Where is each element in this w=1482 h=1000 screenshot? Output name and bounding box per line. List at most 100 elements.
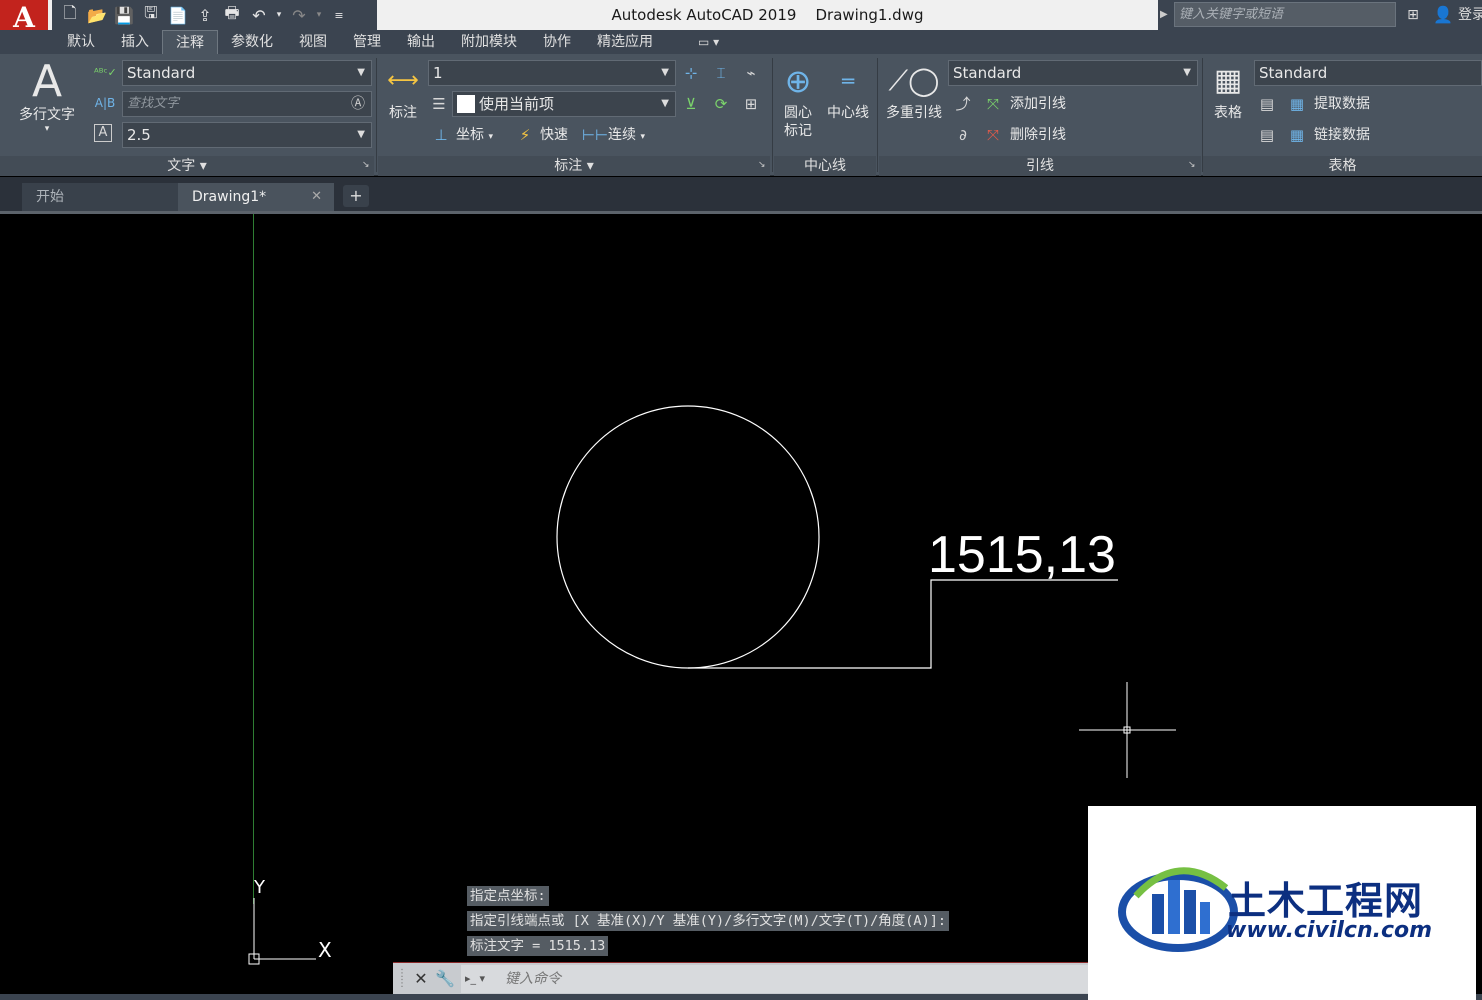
- quick-dimension-button[interactable]: 快速: [540, 124, 568, 146]
- dimension-label: 标注: [389, 105, 417, 121]
- open-file-icon[interactable]: 📂: [85, 3, 109, 27]
- mtext-button[interactable]: A 多行文字 ▾: [10, 56, 84, 135]
- leader-panel-dialog-launcher-icon[interactable]: ↘: [1188, 160, 1196, 170]
- align-leader-icon[interactable]: ⤴: [952, 93, 974, 115]
- extract-data-button[interactable]: 提取数据: [1314, 93, 1370, 115]
- dimension-panel-title[interactable]: 标注 ▾: [378, 156, 770, 176]
- table-button[interactable]: ▦ 表格: [1206, 58, 1250, 122]
- user-icon[interactable]: 👤: [1432, 4, 1454, 26]
- text-height-select[interactable]: 2.5 ▼: [122, 122, 372, 148]
- tab-output[interactable]: 输出: [394, 30, 448, 54]
- download-from-source-icon[interactable]: ▤: [1256, 124, 1278, 146]
- multileader-label: 多重引线: [886, 105, 942, 121]
- ordinate-leader-line[interactable]: [688, 579, 1118, 669]
- panel-separator: [772, 58, 773, 172]
- search-icon[interactable]: Ⓐ: [351, 92, 365, 116]
- find-text-input[interactable]: 查找文字 Ⓐ: [122, 91, 372, 117]
- table-style-select[interactable]: Standard: [1254, 60, 1482, 86]
- command-prompt-icon[interactable]: ▸_ ▾: [465, 971, 493, 987]
- ordinate-dimension-text[interactable]: 1515,13: [928, 526, 1116, 584]
- continue-dimension-icon: ⊢⊢: [582, 126, 609, 144]
- chevron-down-icon: ▼: [661, 67, 669, 78]
- chevron-down-icon: ▼: [357, 129, 365, 140]
- tab-default[interactable]: 默认: [54, 30, 108, 54]
- table-link-icon[interactable]: ▤: [1256, 93, 1278, 115]
- tab-addins[interactable]: 附加模块: [448, 30, 530, 54]
- ribbon-display-toggle-icon[interactable]: ▭ ▾: [698, 32, 734, 52]
- file-tab-drawing1[interactable]: Drawing1* ✕: [178, 183, 334, 211]
- new-tab-plus-icon[interactable]: +: [343, 185, 369, 207]
- close-icon[interactable]: ✕: [311, 183, 322, 211]
- text-style-value: Standard: [127, 64, 196, 82]
- search-expand-icon[interactable]: ▶: [1160, 6, 1172, 24]
- chevron-down-icon: ▾: [488, 132, 493, 142]
- center-mark-label: 圆心 标记: [784, 105, 812, 139]
- table-panel-title: 表格: [1203, 156, 1482, 176]
- remove-leader-icon: ⤧: [986, 126, 999, 144]
- drag-grip-icon[interactable]: ⋮ ⋮: [397, 969, 407, 989]
- ucs-icon[interactable]: Y X: [248, 877, 332, 965]
- file-tab-start[interactable]: 开始: [22, 183, 180, 211]
- customize-qat-icon[interactable]: ≡: [327, 3, 351, 27]
- save-icon[interactable]: 💾: [112, 3, 136, 27]
- dim-jog-icon[interactable]: ⌁: [740, 62, 762, 84]
- dim-inspect-icon[interactable]: ⊻: [680, 93, 702, 115]
- open-web-icon[interactable]: 📄: [166, 3, 190, 27]
- login-link[interactable]: 登录: [1458, 0, 1482, 30]
- centerline-panel-title: 中心线: [774, 156, 876, 176]
- dim-reassociate-icon[interactable]: ⊞: [740, 93, 762, 115]
- dimension-style-select[interactable]: 1 ▼: [428, 60, 676, 86]
- centerline-button[interactable]: ═ 中心线: [822, 58, 874, 122]
- binoculars-search-icon[interactable]: ⊞: [1402, 4, 1424, 26]
- text-height-icon: A: [94, 124, 112, 142]
- dim-update-icon[interactable]: ⟳: [710, 93, 732, 115]
- mleader-style-select[interactable]: Standard ▼: [948, 60, 1198, 86]
- watermark-name: 土木工程网: [1228, 879, 1424, 923]
- command-history-line: 指定引线端点或 [X 基准(X)/Y 基准(Y)/多行文字(M)/文字(T)/角…: [467, 911, 949, 931]
- close-icon[interactable]: ✕: [411, 969, 431, 989]
- link-data-icon: ▦: [1289, 126, 1305, 144]
- undo-dropdown-icon[interactable]: ▾: [274, 3, 284, 27]
- text-style-select[interactable]: Standard ▼: [122, 60, 372, 86]
- undo-icon[interactable]: ↶: [247, 3, 271, 27]
- tab-parametric[interactable]: 参数化: [218, 30, 286, 54]
- leader-panel-title[interactable]: 引线: [879, 156, 1201, 176]
- mtext-icon: A: [31, 56, 63, 107]
- multileader-button[interactable]: ⟋◯ 多重引线: [882, 58, 946, 122]
- drawn-circle[interactable]: [556, 405, 820, 669]
- link-data-button[interactable]: 链接数据: [1314, 124, 1370, 146]
- remove-leader-button[interactable]: 删除引线: [1010, 124, 1066, 146]
- tab-view[interactable]: 视图: [286, 30, 340, 54]
- redo-dropdown-icon[interactable]: ▾: [314, 3, 324, 27]
- new-file-icon[interactable]: 🗋: [58, 3, 82, 27]
- tab-annotate[interactable]: 注释: [162, 30, 218, 54]
- tab-manage[interactable]: 管理: [340, 30, 394, 54]
- dimension-button[interactable]: ⟷ 标注: [382, 58, 424, 122]
- tab-featured-apps[interactable]: 精选应用: [584, 30, 666, 54]
- command-input[interactable]: 键入命令: [461, 965, 1089, 993]
- search-input[interactable]: 键入关键字或短语: [1174, 2, 1396, 27]
- ordinate-button[interactable]: 坐标 ▾: [456, 124, 493, 146]
- add-leader-button[interactable]: 添加引线: [1010, 93, 1066, 115]
- dimension-panel-dialog-launcher-icon[interactable]: ↘: [758, 160, 766, 170]
- text-panel-title[interactable]: 文字 ▾: [0, 156, 374, 176]
- collect-leader-icon[interactable]: ∂: [952, 124, 974, 146]
- save-as-icon[interactable]: 🖫: [139, 3, 163, 27]
- save-web-icon[interactable]: ⇪: [193, 3, 217, 27]
- tab-insert[interactable]: 插入: [108, 30, 162, 54]
- text-panel-dialog-launcher-icon[interactable]: ↘: [362, 160, 370, 170]
- dim-break-icon[interactable]: ⊹: [680, 62, 702, 84]
- dimension-icon: ⟷: [387, 68, 419, 93]
- dim-layer-icon: ☰: [432, 95, 446, 113]
- wrench-icon[interactable]: 🔧: [435, 969, 455, 989]
- centerline-icon: ═: [841, 69, 855, 93]
- plot-icon[interactable]: 🖶: [220, 3, 244, 27]
- center-mark-button[interactable]: ⊕ 圆心 标记: [776, 58, 820, 140]
- tab-collaborate[interactable]: 协作: [530, 30, 584, 54]
- chevron-down-icon: ▼: [1183, 67, 1191, 78]
- dim-adjust-space-icon[interactable]: ⌶: [710, 62, 732, 84]
- redo-icon[interactable]: ↷: [287, 3, 311, 27]
- window-title: Autodesk AutoCAD 2019 Drawing1.dwg: [611, 6, 924, 24]
- continue-dimension-button[interactable]: 连续 ▾: [608, 124, 645, 146]
- dimension-layer-select[interactable]: 使用当前项 ▼: [452, 91, 676, 117]
